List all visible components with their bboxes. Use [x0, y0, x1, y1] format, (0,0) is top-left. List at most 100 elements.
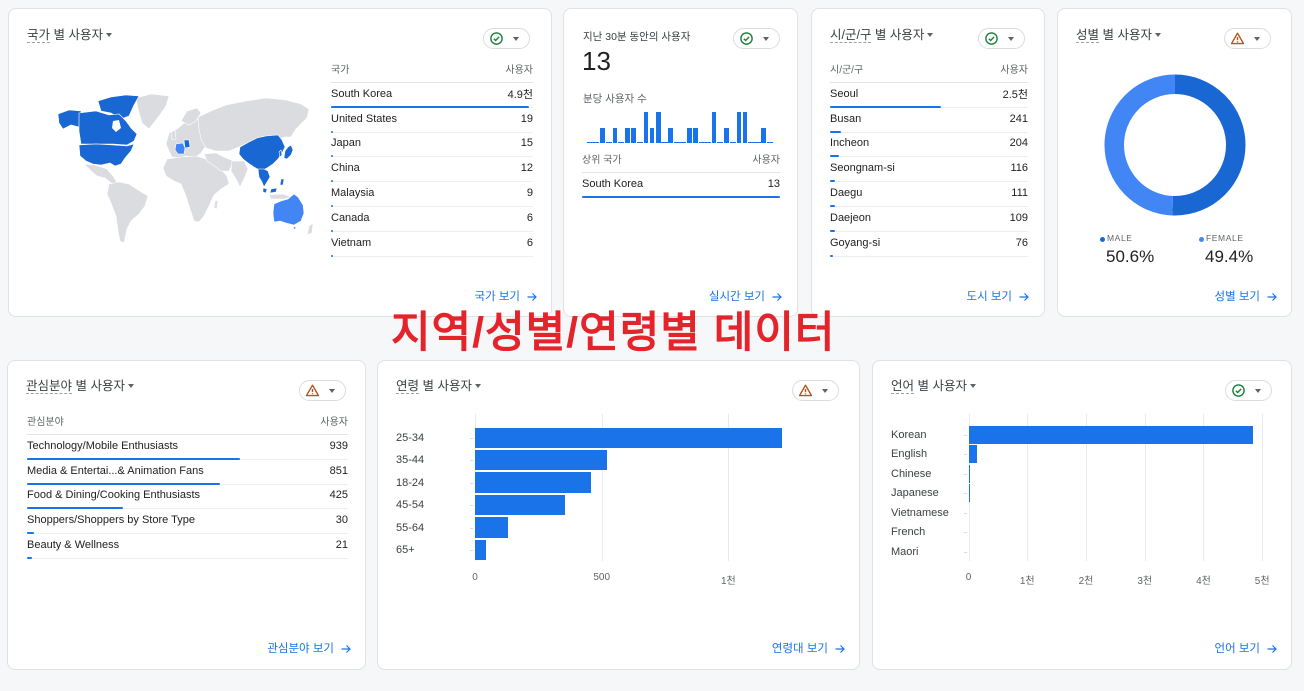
per-minute-bar — [593, 142, 600, 143]
axis-tick-mark — [963, 435, 967, 436]
table-row[interactable]: Food & Dining/Cooking Enthusiasts 425 — [27, 485, 348, 510]
row-label: Vietnam — [331, 236, 372, 249]
per-minute-bar — [625, 127, 630, 143]
per-minute-bar — [668, 127, 673, 143]
view-countries-link[interactable]: 국가 보기 — [474, 289, 538, 305]
warning-icon — [1230, 31, 1245, 46]
table-row[interactable]: Daejeon 109 — [830, 207, 1028, 232]
link-label: 연령대 보기 — [771, 643, 828, 655]
table-row[interactable]: South Korea 13 — [582, 173, 780, 198]
status-menu-button[interactable] — [483, 28, 530, 49]
row-label: Daejeon — [830, 211, 871, 224]
caret-down-icon[interactable] — [127, 383, 134, 388]
card-title[interactable]: 성별 별 사용자 — [1076, 27, 1161, 43]
per-minute-bar — [680, 142, 687, 143]
table-row[interactable]: Busan 241 — [830, 108, 1028, 133]
caret-down-icon[interactable] — [927, 32, 934, 37]
dimension-selector[interactable]: 관심분야 — [26, 379, 73, 394]
status-menu-button[interactable] — [1224, 28, 1271, 49]
table-row[interactable]: Daegu 111 — [830, 182, 1028, 207]
axis-tick-mark — [470, 460, 473, 462]
row-share-bar — [331, 254, 333, 257]
per-minute-bar — [656, 112, 661, 143]
axis-tick-mark — [470, 437, 473, 439]
view-cities-link[interactable]: 도시 보기 — [966, 289, 1030, 305]
arrow-right-icon — [1018, 291, 1030, 303]
axis-tick-mark — [470, 482, 473, 484]
table-row[interactable]: Incheon 204 — [830, 133, 1028, 158]
row-value: 109 — [1009, 211, 1028, 224]
view-interests-link[interactable]: 관심분야 보기 — [267, 641, 352, 657]
per-minute-bar — [636, 142, 643, 143]
row-value: 30 — [335, 514, 348, 527]
row-label: Busan — [830, 112, 862, 125]
table-row[interactable]: Shoppers/Shoppers by Store Type 30 — [27, 509, 348, 535]
column-header-city: 시/군/구 — [830, 65, 864, 76]
row-label: Seongnam-si — [830, 162, 895, 175]
card-title[interactable]: 관심분야 별 사용자 — [26, 378, 134, 394]
caret-down-icon — [1008, 37, 1014, 41]
caret-down-icon[interactable] — [1154, 32, 1161, 37]
x-tick-label: 0 — [472, 572, 478, 583]
map-region-malaysia — [262, 187, 268, 194]
column-header-top-country: 상위 국가 — [582, 155, 622, 166]
category-label: French — [891, 526, 926, 539]
status-menu-button[interactable] — [978, 28, 1025, 49]
view-languages-link[interactable]: 언어 보기 — [1214, 641, 1278, 657]
dimension-selector[interactable]: 성별 — [1076, 28, 1100, 43]
axis-tick-mark — [963, 493, 967, 495]
map-region-indochina — [257, 168, 271, 188]
row-share-bar — [27, 556, 32, 559]
per-minute-bar — [729, 142, 736, 143]
map-region-mexico — [83, 163, 119, 186]
view-gender-link[interactable]: 성별 보기 — [1214, 289, 1278, 305]
table-row[interactable]: Seoul 2.5천 — [830, 83, 1028, 108]
axis-tick-mark — [963, 473, 967, 475]
table-header: 국가 사용자 — [331, 56, 533, 83]
table-row[interactable]: South Korea 4.9천 — [331, 83, 533, 108]
map-region-uk — [170, 129, 177, 141]
bar-25-34 — [475, 427, 782, 448]
table-row[interactable]: Media & Entertai...& Animation Fans 851 — [27, 460, 348, 485]
table-row[interactable]: Technology/Mobile Enthusiasts 939 — [27, 435, 348, 460]
x-tick-label: 1천 — [720, 576, 736, 587]
card-title[interactable]: 시/군/구 별 사용자 — [830, 27, 934, 43]
table-row[interactable]: Vietnam 6 — [331, 232, 533, 257]
per-minute-bar — [761, 127, 766, 143]
arrow-right-icon — [1266, 643, 1278, 655]
row-value: 2.5천 — [1002, 88, 1028, 101]
table-row[interactable]: Goyang-si 76 — [830, 232, 1028, 257]
category-label: 65+ — [396, 544, 415, 556]
view-age-link[interactable]: 연령대 보기 — [772, 641, 846, 657]
table-row[interactable]: Seongnam-si 116 — [830, 157, 1028, 183]
per-minute-bar — [631, 127, 636, 143]
table-row[interactable]: Beauty & Wellness 21 — [27, 534, 348, 559]
title-suffix: 별 사용자 — [871, 28, 925, 42]
column-header-users: 사용자 — [505, 65, 533, 76]
per-minute-bar — [618, 142, 625, 143]
view-realtime-link[interactable]: 실시간 보기 — [709, 289, 783, 305]
country-table: 국가 사용자 South Korea 4.9천 United States 19 J… — [331, 56, 533, 257]
row-value: 15 — [520, 137, 533, 150]
status-menu-button[interactable] — [299, 380, 346, 401]
axis-tick-mark — [963, 532, 967, 534]
x-tick-label: 2천 — [1078, 576, 1094, 587]
map-region-tasmania — [292, 226, 297, 231]
map-region-madagascar — [213, 199, 219, 210]
row-label: Technology/Mobile Enthusiasts — [27, 439, 179, 452]
table-row[interactable]: Malaysia 9 — [331, 182, 533, 207]
per-minute-bar — [693, 127, 698, 143]
table-row[interactable]: China 12 — [331, 157, 533, 183]
category-label: 25-34 — [396, 431, 425, 444]
row-value: 9 — [526, 187, 533, 200]
map-region-greenland — [135, 93, 170, 130]
status-menu-button[interactable] — [733, 28, 780, 49]
bar-english — [968, 445, 977, 464]
row-label: Beauty & Wellness — [27, 539, 120, 552]
table-row[interactable]: Japan 15 — [331, 133, 533, 158]
axis-tick-mark — [963, 454, 967, 456]
table-row[interactable]: United States 19 — [331, 108, 533, 133]
table-row[interactable]: Canada 6 — [331, 207, 533, 232]
map-region-india — [230, 160, 249, 188]
dimension-selector[interactable]: 시/군/구 — [830, 28, 872, 43]
